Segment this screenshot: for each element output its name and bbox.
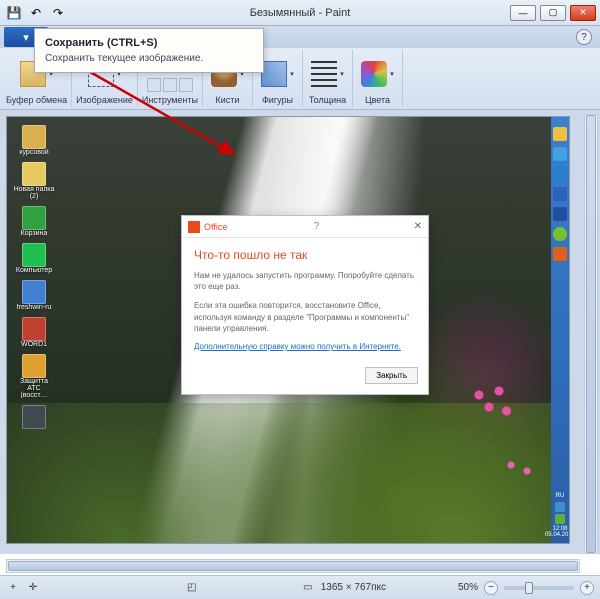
image-label: Изображение [76, 95, 133, 105]
maximize-button[interactable]: ▢ [540, 5, 566, 21]
picker-icon[interactable] [163, 78, 177, 92]
dialog-close-button[interactable]: Закрыть [365, 367, 418, 384]
zoom-slider-thumb[interactable] [525, 582, 533, 594]
desktop-icons: курсовой Новая папка (2) Корзина Компьют… [13, 125, 55, 429]
shapes-label: Фигуры [262, 95, 293, 105]
tray-icon[interactable] [555, 514, 565, 524]
status-plus-icon[interactable]: + [6, 581, 20, 595]
eraser-icon[interactable] [147, 78, 161, 92]
zoom-in-button[interactable]: + [580, 581, 594, 595]
desktop-icon[interactable]: Корзина [13, 206, 55, 237]
dialog-brand: Office [204, 222, 227, 232]
group-colors[interactable]: ▾ Цвета [353, 50, 403, 107]
desktop-icon[interactable] [13, 405, 55, 429]
tray-icon[interactable] [555, 502, 565, 512]
taskbar-lang[interactable]: RU [556, 493, 565, 500]
window-title: Безымянный - Paint [250, 7, 351, 19]
vertical-scrollbar[interactable] [584, 114, 598, 554]
qat-redo-button[interactable]: ↷ [48, 3, 68, 23]
desktop-icon[interactable]: Новая папка (2) [13, 162, 55, 200]
tooltip-title: Сохранить (CTRL+S) [45, 37, 253, 49]
paint-canvas[interactable]: курсовой Новая папка (2) Корзина Компьют… [6, 116, 570, 544]
colors-label: Цвета [365, 95, 390, 105]
zoom-icon[interactable] [179, 78, 193, 92]
dialog-titlebar[interactable]: Office ? ✕ [182, 216, 428, 238]
horizontal-scroll-thumb[interactable] [8, 561, 578, 571]
dialog-text-2: Если эта ошибка повторится, восстановите… [194, 300, 416, 334]
office-logo-icon [188, 221, 200, 233]
tooltip-body: Сохранить текущее изображение. [45, 53, 253, 64]
brushes-label: Кисти [216, 95, 240, 105]
qat-save-button[interactable]: 💾 [4, 3, 24, 23]
shapes-icon [261, 61, 287, 87]
dialog-text-1: Нам не удалось запустить программу. Попр… [194, 270, 416, 292]
desktop-icon[interactable]: freshwin-ru [13, 280, 55, 311]
window-controls: — ▢ ✕ [510, 5, 600, 21]
zoom-out-button[interactable]: − [484, 581, 498, 595]
help-button[interactable]: ? [576, 29, 592, 45]
taskbar-icon[interactable] [553, 227, 567, 241]
right-taskbar: RU 12:0805.04.2013 [551, 117, 569, 543]
clipboard-label: Буфер обмена [6, 95, 67, 105]
taskbar-icon[interactable] [553, 187, 567, 201]
cursor-pos-icon: ✛ [26, 581, 40, 595]
taskbar-clock[interactable]: 12:0805.04.2013 [545, 526, 570, 539]
zoom-slider[interactable] [504, 586, 574, 590]
desktop-icon[interactable]: курсовой [13, 125, 55, 156]
taskbar-icon[interactable] [553, 167, 567, 181]
taskbar-icon[interactable] [553, 127, 567, 141]
office-error-dialog: Office ? ✕ Что-то пошло не так Нам не уд… [181, 215, 429, 395]
qat-undo-button[interactable]: ↶ [26, 3, 46, 23]
taskbar-icon[interactable] [553, 147, 567, 161]
colors-icon [361, 61, 387, 87]
status-bar: + ✛ ◰ ▭ 1365 × 767пкс 50% − + [0, 575, 600, 599]
vertical-scroll-thumb[interactable] [586, 115, 596, 553]
desktop-icon[interactable]: Защитта ATC (восст… [13, 354, 55, 399]
dialog-help-link[interactable]: Дополнительную справку можно получить в … [194, 342, 416, 351]
dialog-heading: Что-то пошло не так [194, 248, 416, 262]
titlebar: 💾 ↶ ↷ Безымянный - Paint — ▢ ✕ [0, 0, 600, 26]
dialog-close-icon[interactable]: ✕ [414, 221, 422, 232]
selection-size-icon: ◰ [185, 581, 199, 595]
canvas-dimensions: 1365 × 767пкс [321, 582, 386, 593]
canvas-area: курсовой Новая папка (2) Корзина Компьют… [0, 110, 600, 554]
tools-label: Инструменты [142, 95, 198, 105]
group-size[interactable]: ▾ Толщина [303, 50, 353, 107]
minimize-button[interactable]: — [510, 5, 536, 21]
size-label: Толщина [309, 95, 346, 105]
dialog-help-icon[interactable]: ? [314, 221, 320, 232]
canvas-dims-icon: ▭ [301, 581, 315, 595]
desktop-icon[interactable]: Компьютер [13, 243, 55, 274]
taskbar-icon[interactable] [553, 247, 567, 261]
desktop-icon[interactable]: WORD1 [13, 317, 55, 348]
size-icon [311, 61, 337, 87]
save-tooltip: Сохранить (CTRL+S) Сохранить текущее изо… [34, 28, 264, 73]
zoom-level: 50% [458, 582, 478, 593]
horizontal-scrollbar[interactable] [6, 559, 580, 573]
quick-access-toolbar: 💾 ↶ ↷ [0, 1, 72, 25]
taskbar-icon[interactable] [553, 207, 567, 221]
close-button[interactable]: ✕ [570, 5, 596, 21]
